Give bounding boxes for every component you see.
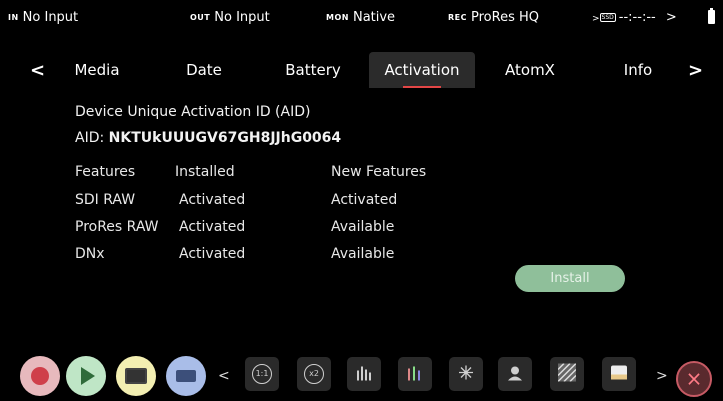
output-status: OUT No Input xyxy=(190,10,270,25)
record-icon xyxy=(31,367,49,385)
tabs-next-arrow-icon[interactable]: > xyxy=(688,60,703,81)
monitor-mode-button[interactable] xyxy=(116,356,156,396)
feature-name: ProRes RAW xyxy=(75,219,159,235)
aid-label: AID: xyxy=(75,130,105,146)
ssd-icon: SSD xyxy=(599,13,616,22)
person-icon xyxy=(506,364,524,385)
input-status: IN No Input xyxy=(8,10,78,25)
status-bar: IN No Input OUT No Input MON Native REC ProR… xyxy=(0,0,723,36)
install-button[interactable]: Install xyxy=(515,265,625,292)
monitor-value: Native xyxy=(352,10,396,25)
tab-date[interactable]: Date xyxy=(172,52,236,88)
out-label: OUT xyxy=(190,13,211,22)
tab-activation[interactable]: Activation xyxy=(369,52,475,88)
close-icon: × xyxy=(685,366,703,391)
features-header: Features xyxy=(75,164,136,180)
close-button[interactable]: × xyxy=(676,361,712,397)
monitor-status: MON Native xyxy=(326,10,395,25)
feature-installed-status: Activated xyxy=(179,219,246,235)
record-status: REC ProRes HQ xyxy=(448,10,539,25)
vectorscope-button[interactable] xyxy=(449,357,483,391)
input-value: No Input xyxy=(22,10,79,25)
monitor-icon xyxy=(125,368,147,384)
timecode-status: > SSD --:--:-- > xyxy=(592,10,677,25)
lut-icon xyxy=(610,365,628,384)
lut-button[interactable] xyxy=(602,357,636,391)
record-codec-value: ProRes HQ xyxy=(471,10,539,25)
chevron-right-icon: > xyxy=(592,14,600,24)
zoom-1-1-icon: 1:1 xyxy=(252,364,272,384)
tag-icon xyxy=(176,370,196,382)
zebra-icon xyxy=(557,362,577,385)
tab-atomx[interactable]: AtomX xyxy=(494,52,566,88)
aid-heading: Device Unique Activation ID (AID) xyxy=(75,104,311,120)
tab-battery[interactable]: Battery xyxy=(276,52,350,88)
feature-new-status: Available xyxy=(331,219,395,235)
feature-new-status: Available xyxy=(331,246,395,262)
play-icon xyxy=(81,367,95,385)
toolbar-next-arrow-icon[interactable]: > xyxy=(656,368,668,384)
record-button[interactable] xyxy=(20,356,60,396)
rec-label: REC xyxy=(448,13,467,22)
zebra-button[interactable] xyxy=(550,357,584,391)
play-button[interactable] xyxy=(66,356,106,396)
toolbar-prev-arrow-icon[interactable]: < xyxy=(218,368,230,384)
waveform-button[interactable] xyxy=(347,357,381,391)
new-features-header: New Features xyxy=(331,164,427,180)
rgb-parade-icon xyxy=(406,365,424,384)
feature-installed-status: Activated xyxy=(179,246,246,262)
vectorscope-icon xyxy=(457,364,475,385)
output-value: No Input xyxy=(214,10,270,25)
false-color-button[interactable] xyxy=(498,357,532,391)
installed-header: Installed xyxy=(175,164,235,180)
tag-button[interactable] xyxy=(166,356,206,396)
feature-name: DNx xyxy=(75,246,105,262)
feature-name: SDI RAW xyxy=(75,192,136,208)
tab-media[interactable]: Media xyxy=(62,52,132,88)
tab-info[interactable]: Info xyxy=(612,52,664,88)
mon-label: MON xyxy=(326,13,349,22)
zoom-1-1-button[interactable]: 1:1 xyxy=(245,357,279,391)
settings-tabs: Media Date Battery Activation AtomX Info xyxy=(0,52,723,92)
in-label: IN xyxy=(8,13,19,22)
rgb-parade-button[interactable] xyxy=(398,357,432,391)
chevron-right-icon: > xyxy=(665,10,677,25)
zoom-x2-icon: x2 xyxy=(304,364,324,384)
feature-installed-status: Activated xyxy=(179,192,246,208)
timecode-value: --:--:-- xyxy=(618,10,656,25)
waveform-icon xyxy=(355,365,373,384)
aid-value: NKTUkUUUGV67GH8JJhG0064 xyxy=(108,130,342,146)
zoom-x2-button[interactable]: x2 xyxy=(297,357,331,391)
aid-line: AID: NKTUkUUUGV67GH8JJhG0064 xyxy=(75,130,341,146)
feature-new-status: Activated xyxy=(331,192,398,208)
battery-icon xyxy=(708,8,715,24)
